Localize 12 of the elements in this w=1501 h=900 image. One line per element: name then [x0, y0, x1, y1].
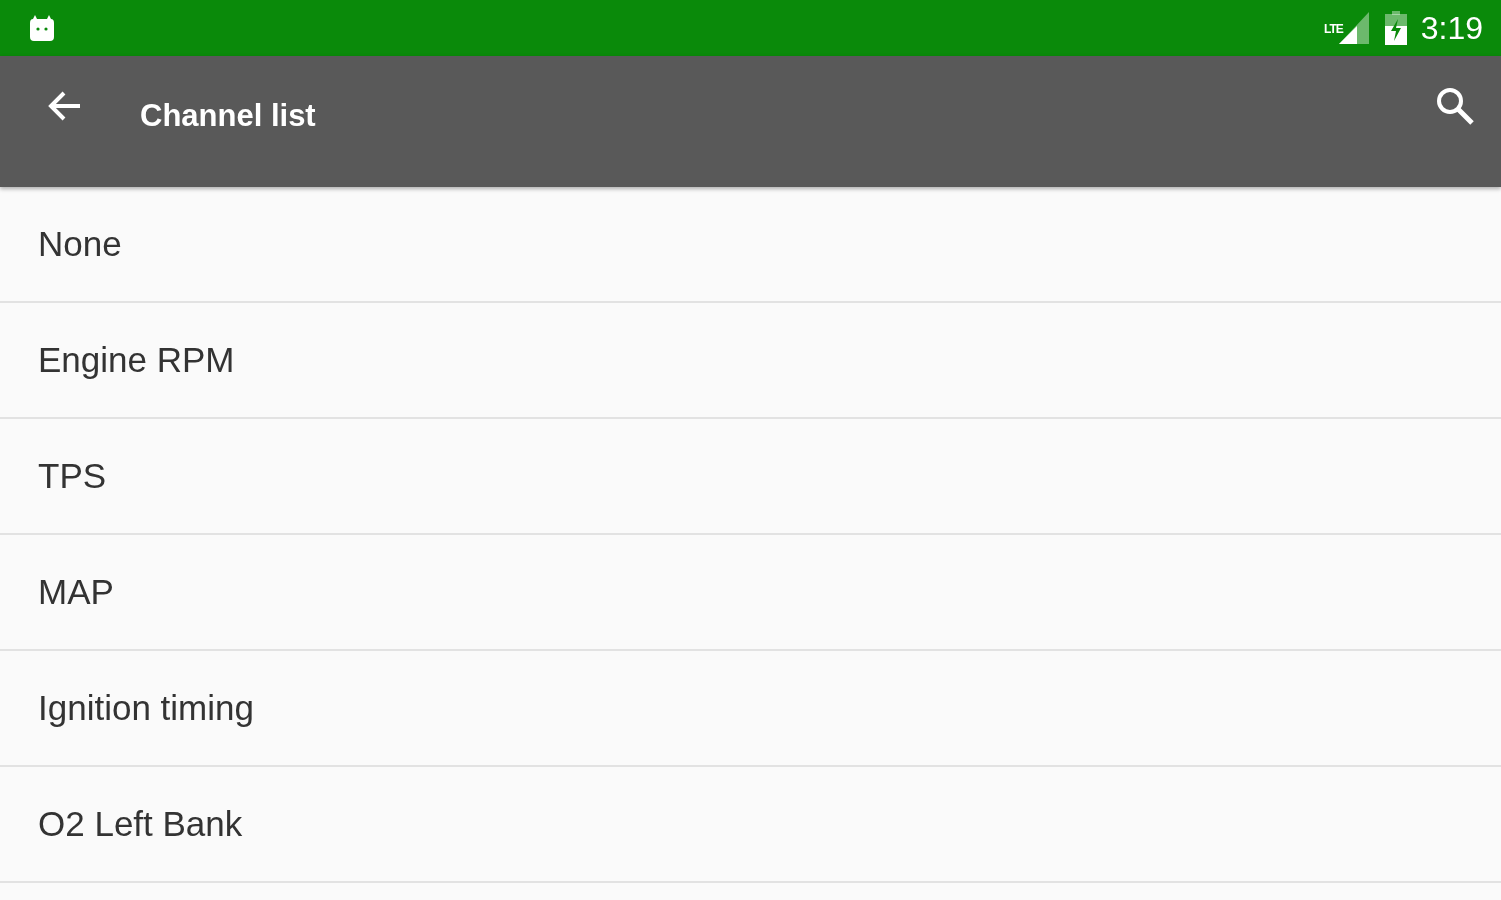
- robot-icon: [27, 13, 57, 43]
- channel-item[interactable]: Ignition timing: [0, 651, 1501, 767]
- clock: 3:19: [1420, 9, 1483, 47]
- channel-item[interactable]: O2 Left Bank: [0, 767, 1501, 883]
- channel-item[interactable]: MAP: [0, 535, 1501, 651]
- search-button[interactable]: [1435, 85, 1475, 126]
- channel-item[interactable]: Engine RPM: [0, 303, 1501, 419]
- channel-item[interactable]: TPS: [0, 419, 1501, 535]
- battery-icon: [1384, 11, 1407, 45]
- channel-item[interactable]: None: [0, 187, 1501, 303]
- toolbar-title: Channel list: [140, 97, 317, 134]
- network-type: LTE: [1323, 21, 1343, 36]
